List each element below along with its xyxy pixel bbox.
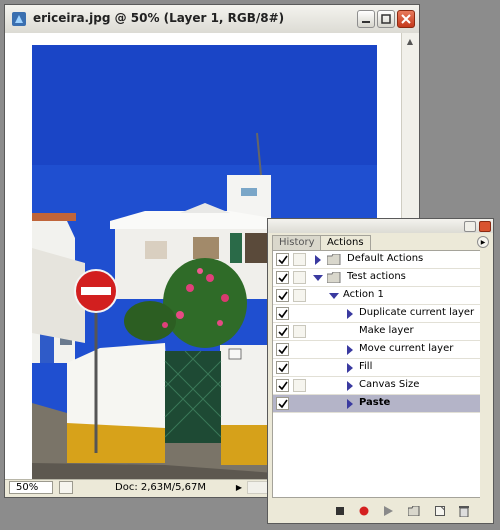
actions-palette: History Actions ▶ Default Actions Test a…	[267, 218, 494, 524]
minimize-button[interactable]	[357, 10, 375, 28]
actions-list-scrollbar[interactable]	[480, 250, 489, 498]
new-action-icon	[435, 506, 445, 516]
photoshop-doc-icon	[12, 12, 26, 26]
minimize-icon	[362, 21, 370, 23]
checkmark-icon	[277, 255, 288, 264]
action-set-default[interactable]: Default Actions	[273, 251, 481, 269]
action-label: Test actions	[347, 271, 406, 282]
doc-size-info: Doc: 2,63M/5,67M	[115, 482, 207, 493]
expand-triangle-icon[interactable]	[345, 309, 355, 319]
dialog-toggle[interactable]	[293, 253, 306, 266]
delete-button[interactable]	[458, 505, 470, 517]
dialog-toggle[interactable]	[293, 271, 306, 284]
stop-icon	[336, 507, 344, 515]
toggle-checkbox[interactable]	[276, 289, 289, 302]
record-button[interactable]	[358, 505, 370, 517]
expand-triangle-icon[interactable]	[345, 399, 355, 409]
action-label: Make layer	[359, 325, 414, 336]
status-arrow-icon[interactable]: ▶	[233, 481, 245, 494]
checkmark-icon	[277, 273, 288, 282]
expand-triangle-icon[interactable]	[345, 345, 355, 355]
play-icon	[384, 506, 393, 516]
action-item-action1[interactable]: Action 1	[273, 287, 481, 305]
toggle-checkbox[interactable]	[276, 397, 289, 410]
dialog-toggle[interactable]	[293, 289, 306, 302]
actions-list: Default Actions Test actions Action 1 Du…	[272, 250, 482, 498]
checkmark-icon	[277, 381, 288, 390]
close-button[interactable]	[397, 10, 415, 28]
checkmark-icon	[277, 327, 288, 336]
status-menu-icon[interactable]	[59, 481, 73, 494]
palette-titlebar[interactable]	[268, 219, 493, 233]
toggle-checkbox[interactable]	[276, 307, 289, 320]
stop-button[interactable]	[334, 505, 346, 517]
document-titlebar[interactable]: ericeira.jpg @ 50% (Layer 1, RGB/8#)	[5, 5, 419, 34]
checkmark-icon	[277, 309, 288, 318]
action-step[interactable]: Move current layer	[273, 341, 481, 359]
zoom-field[interactable]: 50%	[9, 481, 53, 494]
maximize-button[interactable]	[377, 10, 395, 28]
checkmark-icon	[277, 291, 288, 300]
expand-triangle-icon[interactable]	[345, 363, 355, 373]
new-set-button[interactable]	[408, 505, 420, 517]
tab-actions[interactable]: Actions	[320, 235, 371, 251]
toggle-checkbox[interactable]	[276, 325, 289, 338]
action-label: Canvas Size	[359, 379, 420, 390]
collapse-triangle-icon[interactable]	[329, 291, 339, 301]
new-action-button[interactable]	[434, 505, 446, 517]
palette-menu-icon[interactable]: ▶	[477, 236, 489, 248]
palette-tabs: History Actions ▶	[272, 235, 489, 251]
dialog-toggle[interactable]	[293, 379, 306, 392]
action-step[interactable]: Duplicate current layer	[273, 305, 481, 323]
checkmark-icon	[277, 345, 288, 354]
action-step[interactable]: Make layer	[273, 323, 481, 341]
maximize-icon	[381, 14, 391, 24]
play-button[interactable]	[382, 505, 394, 517]
toggle-checkbox[interactable]	[276, 253, 289, 266]
palette-footer	[268, 499, 493, 523]
action-step[interactable]: Canvas Size	[273, 377, 481, 395]
action-label: Move current layer	[359, 343, 454, 354]
action-step-selected[interactable]: Paste	[273, 395, 481, 413]
folder-icon	[327, 254, 341, 265]
checkmark-icon	[277, 399, 288, 408]
collapse-triangle-icon[interactable]	[313, 273, 323, 283]
toggle-checkbox[interactable]	[276, 271, 289, 284]
action-label: Paste	[359, 397, 391, 408]
close-icon	[401, 14, 411, 24]
scroll-up-arrow-icon[interactable]: ▲	[402, 33, 418, 49]
document-title: ericeira.jpg @ 50% (Layer 1, RGB/8#)	[33, 11, 285, 25]
action-label: Fill	[359, 361, 373, 372]
folder-icon	[327, 272, 341, 283]
action-label: Action 1	[343, 289, 384, 300]
palette-close-button[interactable]	[479, 221, 491, 232]
toggle-checkbox[interactable]	[276, 379, 289, 392]
palette-minimize-button[interactable]	[464, 221, 476, 232]
expand-triangle-icon[interactable]	[313, 255, 323, 265]
action-label: Default Actions	[347, 253, 424, 264]
delete-icon	[459, 505, 469, 517]
action-set-test[interactable]: Test actions	[273, 269, 481, 287]
tab-history[interactable]: History	[272, 235, 322, 250]
record-icon	[359, 506, 369, 516]
expand-triangle-icon[interactable]	[345, 381, 355, 391]
toggle-checkbox[interactable]	[276, 343, 289, 356]
new-set-icon	[408, 506, 420, 516]
toggle-checkbox[interactable]	[276, 361, 289, 374]
action-label: Duplicate current layer	[359, 307, 475, 318]
dialog-toggle[interactable]	[293, 325, 306, 338]
action-step[interactable]: Fill	[273, 359, 481, 377]
checkmark-icon	[277, 363, 288, 372]
